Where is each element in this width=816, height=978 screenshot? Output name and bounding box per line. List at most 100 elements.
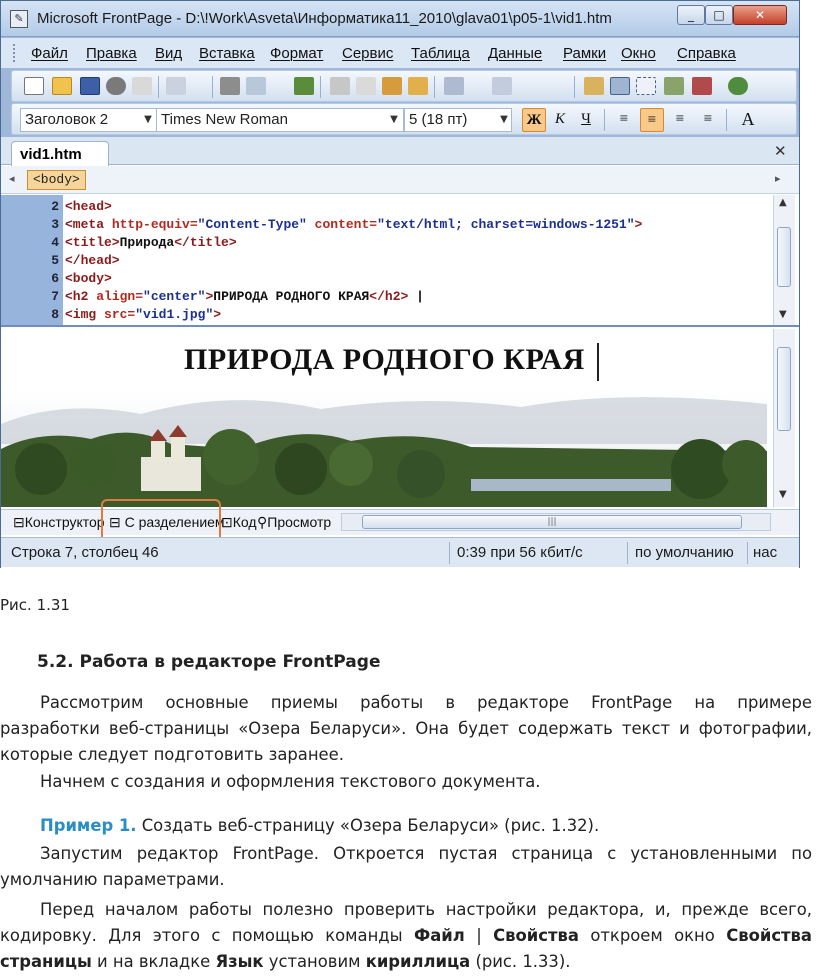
menu-format[interactable]: Формат <box>270 45 323 62</box>
print-icon[interactable] <box>220 77 240 95</box>
drawing-icon[interactable] <box>692 77 712 95</box>
separator <box>158 76 159 98</box>
code-line[interactable]: 2 <head> <box>1 199 767 217</box>
cursor-position: Строка 7, столбец 46 <box>11 544 159 561</box>
code-pane[interactable]: ▲ ▼ 2 <head> 3 <meta http-equiv="Content-Ty… <box>1 195 799 327</box>
line-number: 4 <box>51 235 59 250</box>
open-folder-icon[interactable] <box>52 77 72 95</box>
design-view-button[interactable]: ⊟Конструктор <box>13 514 105 531</box>
code-line[interactable]: 4 <title>Природа</title> <box>1 235 767 253</box>
paste-icon[interactable] <box>382 77 402 95</box>
scroll-up-icon[interactable]: ▲ <box>779 197 787 208</box>
horizontal-scrollbar[interactable]: ||| <box>341 513 771 531</box>
chevron-right-icon[interactable]: ▸ <box>775 172 781 185</box>
menu-data[interactable]: Данные <box>488 45 542 62</box>
align-center-icon[interactable]: ≡ <box>640 108 664 132</box>
text-run-bold: страницы <box>0 952 92 971</box>
paragraph-line: которые следует подготовить заранее. <box>0 745 344 764</box>
folder-list-icon[interactable] <box>166 77 186 95</box>
increase-font-button[interactable]: A <box>736 108 760 132</box>
title-bar: ✎ Microsoft FrontPage - D:\!Work\Asveta\… <box>1 1 799 37</box>
chevron-down-icon[interactable]: ▼ <box>496 108 512 132</box>
standard-toolbar <box>11 70 797 102</box>
align-left-icon[interactable]: ≡ <box>612 108 636 132</box>
preview-icon[interactable] <box>246 77 266 95</box>
scroll-thumb[interactable] <box>777 227 791 287</box>
code-text: <img src="vid1.jpg"> <box>65 307 222 322</box>
scroll-thumb[interactable] <box>777 347 791 431</box>
hyperlink-icon[interactable] <box>728 77 748 95</box>
copy-icon[interactable] <box>356 77 376 95</box>
chevron-down-icon[interactable]: ▼ <box>140 108 156 132</box>
close-icon[interactable]: ✕ <box>774 142 787 160</box>
section-title: 5.2. Работа в редакторе FrontPage <box>37 652 381 672</box>
menu-tools[interactable]: Сервис <box>342 45 393 62</box>
paragraph-line: умолчанию параметрами. <box>0 870 225 889</box>
cut-icon[interactable] <box>330 77 350 95</box>
underline-button[interactable]: Ч <box>574 108 598 132</box>
menu-insert[interactable]: Вставка <box>199 45 255 62</box>
redo-icon[interactable] <box>492 77 512 95</box>
italic-button[interactable]: К <box>548 108 572 132</box>
window-title: Microsoft FrontPage - D:\!Work\Asveta\Ин… <box>37 10 612 27</box>
spelling-icon[interactable] <box>294 77 314 95</box>
page-heading[interactable]: ПРИРОДА РОДНОГО КРАЯ <box>184 343 585 377</box>
menu-help[interactable]: Справка <box>677 45 736 62</box>
view-label: Просмотр <box>267 514 332 530</box>
scroll-thumb[interactable]: ||| <box>362 515 742 529</box>
bold-button[interactable]: Ж <box>522 108 546 132</box>
align-right-icon[interactable]: ≡ <box>668 108 692 132</box>
scroll-down-icon[interactable]: ▼ <box>779 489 787 500</box>
text-run-bold: Свойства <box>726 926 812 945</box>
example-label: Пример 1. <box>40 816 137 835</box>
minimize-button[interactable]: _ <box>677 5 705 25</box>
menu-edit[interactable]: Правка <box>86 45 137 62</box>
justify-icon[interactable]: ≡ <box>696 108 720 132</box>
design-scrollbar[interactable]: ▼ <box>773 329 795 507</box>
preview-view-button[interactable]: ⚲Просмотр <box>257 514 331 531</box>
separator <box>604 109 605 131</box>
design-pane[interactable]: ПРИРОДА РОДНОГО КРАЯ ▼ <box>1 329 799 507</box>
menu-file[interactable]: Файл <box>31 45 68 62</box>
insert-picture-icon[interactable] <box>664 77 684 95</box>
quick-tag-bar: ◂ <body> ▸ <box>1 166 799 194</box>
code-view-button[interactable]: ⊡Код <box>221 514 257 531</box>
code-line[interactable]: 8 <img src="vid1.jpg"> <box>1 307 767 325</box>
save-icon[interactable] <box>80 77 100 95</box>
menu-frames[interactable]: Рамки <box>563 45 606 62</box>
frontpage-app-icon: ✎ <box>10 10 28 28</box>
web-component-icon[interactable] <box>584 77 604 95</box>
insert-layer-icon[interactable] <box>636 77 656 95</box>
separator <box>449 542 450 564</box>
menu-table[interactable]: Таблица <box>411 45 470 62</box>
publish-icon[interactable] <box>132 77 152 95</box>
separator <box>574 76 575 98</box>
tab-vid1[interactable]: vid1.htm <box>11 141 109 166</box>
find-icon[interactable] <box>106 77 126 95</box>
insert-table-icon[interactable] <box>610 77 630 95</box>
code-line[interactable]: 6 <body> <box>1 271 767 289</box>
code-line[interactable]: 3 <meta http-equiv="Content-Type" content… <box>1 217 767 235</box>
code-line[interactable]: 5 </head> <box>1 253 767 271</box>
font-select[interactable]: Times New Roman <box>156 108 404 132</box>
paragraph-line: Перед началом работы полезно проверить н… <box>40 900 812 919</box>
download-time: 0:39 при 56 кбит/с <box>457 544 583 561</box>
example-text: Создать веб-страницу «Озера Беларуси» (р… <box>136 816 600 835</box>
paragraph-line: Начнем с создания и оформления текстовог… <box>40 772 541 791</box>
chevron-left-icon[interactable]: ◂ <box>9 172 15 185</box>
body-tag-chip[interactable]: <body> <box>27 170 86 190</box>
format-painter-icon[interactable] <box>408 77 428 95</box>
code-line[interactable]: 7 <h2 align="center">ПРИРОДА РОДНОГО КРАЯ… <box>1 289 767 307</box>
code-scrollbar[interactable]: ▲ ▼ <box>773 195 795 325</box>
chevron-down-icon[interactable]: ▼ <box>386 108 402 132</box>
code-text: <meta http-equiv="Content-Type" content=… <box>65 217 643 232</box>
close-button[interactable]: ✕ <box>733 5 787 25</box>
new-page-icon[interactable] <box>24 77 44 95</box>
undo-icon[interactable] <box>444 77 464 95</box>
menu-window[interactable]: Окно <box>621 45 656 62</box>
view-label: Код <box>232 514 257 530</box>
menu-view[interactable]: Вид <box>155 45 182 62</box>
scroll-down-icon[interactable]: ▼ <box>779 309 787 320</box>
maximize-button[interactable]: □ <box>705 5 733 25</box>
toolbar-grip[interactable] <box>13 44 17 62</box>
